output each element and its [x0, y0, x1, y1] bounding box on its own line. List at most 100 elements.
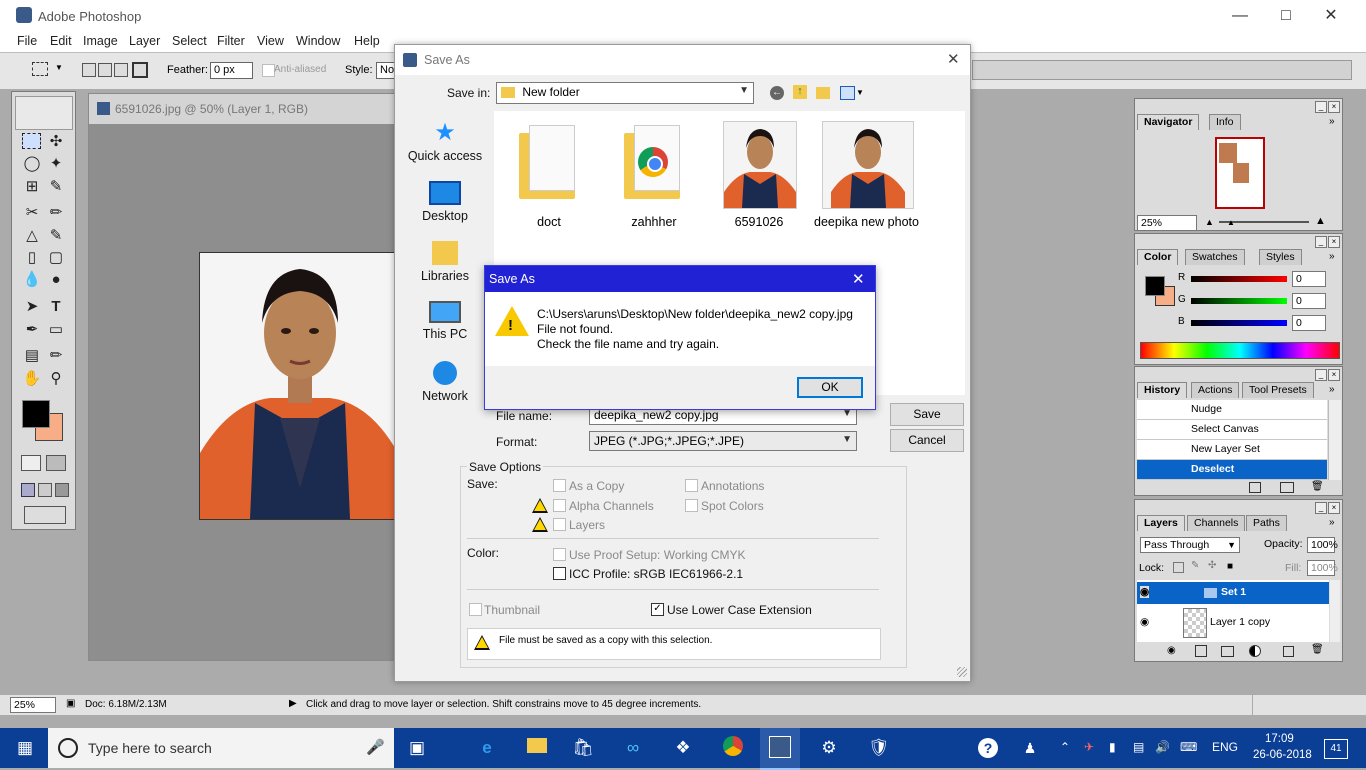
- eye-icon[interactable]: ◉: [1140, 616, 1149, 628]
- marquee-tool-icon[interactable]: [22, 133, 41, 149]
- opacity-input[interactable]: 100%: [1307, 537, 1338, 553]
- photoshop-icon[interactable]: [767, 736, 793, 760]
- thumbnail-checkbox[interactable]: [469, 603, 482, 616]
- file-item-zahhher[interactable]: zahhher: [604, 121, 704, 229]
- settings-gear-icon[interactable]: ⚙: [816, 736, 842, 760]
- zoom-in-icon[interactable]: ▲: [1315, 215, 1326, 227]
- r-slider[interactable]: [1191, 276, 1287, 282]
- menu-select[interactable]: Select: [172, 34, 207, 48]
- up-folder-icon[interactable]: ↑: [793, 85, 807, 99]
- color-ramp[interactable]: [1140, 342, 1340, 359]
- panel-menu-icon[interactable]: »: [1329, 384, 1335, 395]
- resize-grip-icon[interactable]: [957, 667, 967, 677]
- intersect-selection-icon[interactable]: [132, 62, 148, 78]
- panel-menu-icon[interactable]: »: [1329, 251, 1335, 262]
- shape-tool-icon[interactable]: ▭: [46, 320, 66, 340]
- zoom-tool-icon[interactable]: ⚲: [46, 369, 66, 389]
- lock-move-icon[interactable]: ✣: [1208, 560, 1216, 571]
- screen-mode-standard-icon[interactable]: [21, 483, 35, 497]
- zoom-slider-thumb[interactable]: ▲: [1227, 218, 1235, 227]
- navigator-preview[interactable]: [1215, 137, 1265, 209]
- b-value-input[interactable]: 0: [1292, 315, 1326, 331]
- minimize-button[interactable]: —: [1230, 6, 1250, 26]
- tab-info[interactable]: Info: [1209, 114, 1241, 130]
- layer-row-layer1copy[interactable]: ◉ Layer 1 copy: [1137, 606, 1329, 640]
- layer-effects-icon[interactable]: ◉: [1167, 645, 1176, 656]
- quickmask-mode-icon[interactable]: [46, 455, 66, 471]
- keyboard-icon[interactable]: ⌨: [1180, 740, 1197, 754]
- crop-tool-icon[interactable]: ⊞: [22, 177, 42, 197]
- taskbar-search[interactable]: Type here to search 🎤: [48, 728, 394, 768]
- menu-view[interactable]: View: [257, 34, 284, 48]
- foreground-color-swatch[interactable]: [22, 400, 50, 428]
- fg-color-swatch[interactable]: [1145, 276, 1165, 296]
- file-explorer-icon[interactable]: [524, 736, 550, 760]
- panel-menu-icon[interactable]: »: [1329, 517, 1335, 528]
- blend-mode-select[interactable]: Pass Through ▼: [1140, 537, 1240, 553]
- notes-tool-icon[interactable]: ▤: [22, 346, 42, 366]
- tab-layers[interactable]: Layers: [1137, 515, 1185, 531]
- panel-menu-icon[interactable]: »: [1329, 116, 1335, 127]
- lock-all-icon[interactable]: ■: [1227, 561, 1233, 572]
- zoom-out-icon[interactable]: ▲: [1205, 217, 1214, 227]
- eye-icon[interactable]: ◉: [1140, 586, 1150, 598]
- panel-minimize-icon[interactable]: _: [1315, 369, 1327, 381]
- place-desktop[interactable]: Desktop: [401, 181, 489, 223]
- layer-mask-icon[interactable]: [1195, 645, 1207, 657]
- history-item[interactable]: New Layer Set: [1137, 440, 1327, 460]
- path-select-icon[interactable]: ➤: [22, 297, 42, 317]
- panel-close-icon[interactable]: ×: [1328, 502, 1340, 514]
- volume-icon[interactable]: 🔊: [1155, 740, 1170, 754]
- navigator-zoom-input[interactable]: 25%: [1137, 215, 1197, 231]
- eraser-tool-icon[interactable]: ▯: [22, 248, 42, 268]
- type-tool-icon[interactable]: T: [46, 297, 66, 317]
- panel-close-icon[interactable]: ×: [1328, 369, 1340, 381]
- clone-stamp-icon[interactable]: △: [22, 226, 42, 246]
- clock-date[interactable]: 26-06-2018: [1253, 749, 1312, 761]
- style-select[interactable]: Nor: [376, 62, 396, 79]
- back-icon[interactable]: ←: [770, 86, 784, 100]
- snapshot-icon[interactable]: [1280, 482, 1294, 493]
- trash-icon[interactable]: 🗑: [1311, 481, 1324, 492]
- icc-profile-checkbox[interactable]: [553, 567, 566, 580]
- alpha-channels-checkbox[interactable]: [553, 499, 566, 512]
- use-proof-checkbox[interactable]: [553, 548, 566, 561]
- panel-minimize-icon[interactable]: _: [1315, 236, 1327, 248]
- pen-tool-icon[interactable]: ✒: [22, 320, 42, 340]
- jump-to-imageready-icon[interactable]: [24, 506, 66, 524]
- maximize-button[interactable]: □: [1276, 6, 1296, 26]
- add-selection-icon[interactable]: [98, 63, 112, 77]
- show-hidden-icons[interactable]: ⌃: [1060, 740, 1070, 754]
- panel-minimize-icon[interactable]: _: [1315, 101, 1327, 113]
- clock-time[interactable]: 17:09: [1265, 733, 1294, 745]
- place-network[interactable]: Network: [401, 361, 489, 403]
- feather-input[interactable]: 0 px: [210, 62, 253, 79]
- tab-navigator[interactable]: Navigator: [1137, 114, 1200, 130]
- format-select[interactable]: JPEG (*.JPG;*.JPEG;*.JPE) ▼: [589, 431, 857, 451]
- as-copy-checkbox[interactable]: [553, 479, 566, 492]
- tab-actions[interactable]: Actions: [1191, 382, 1240, 398]
- slice-tool-icon[interactable]: ✎: [46, 177, 66, 197]
- edge-icon[interactable]: e: [474, 736, 500, 760]
- close-button[interactable]: ✕: [1321, 6, 1341, 26]
- blur-tool-icon[interactable]: 💧: [22, 270, 42, 290]
- infinity-app-icon[interactable]: ∞: [620, 736, 646, 760]
- history-item-selected[interactable]: Deselect: [1137, 460, 1327, 480]
- windows-start-icon[interactable]: ▦: [12, 736, 38, 760]
- new-selection-icon[interactable]: [82, 63, 96, 77]
- status-zoom-input[interactable]: 25%: [10, 697, 56, 713]
- subtract-selection-icon[interactable]: [114, 63, 128, 77]
- hand-tool-icon[interactable]: ✋: [22, 369, 42, 389]
- chevron-down-icon[interactable]: ▼: [55, 63, 63, 72]
- chrome-icon[interactable]: [720, 736, 746, 760]
- place-libraries[interactable]: Libraries: [401, 241, 489, 283]
- tab-history[interactable]: History: [1137, 382, 1188, 398]
- help-icon[interactable]: ?: [975, 736, 1001, 760]
- panel-minimize-icon[interactable]: _: [1315, 502, 1327, 514]
- standard-mode-icon[interactable]: [21, 455, 41, 471]
- doc-info-icon[interactable]: ▣: [66, 698, 75, 709]
- task-view-icon[interactable]: ▣: [404, 736, 430, 760]
- microphone-icon[interactable]: 🎤: [366, 738, 385, 756]
- layer-row-set1[interactable]: ◉ Set 1: [1137, 582, 1329, 604]
- menu-edit[interactable]: Edit: [50, 34, 72, 48]
